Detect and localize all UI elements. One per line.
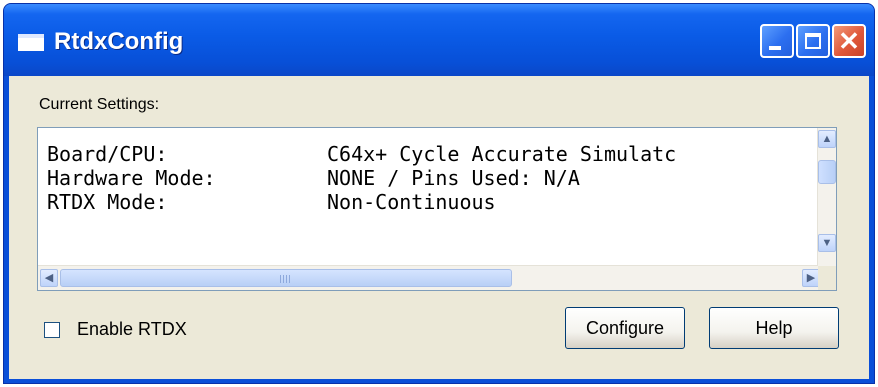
thumb-grip-icon [280,275,292,283]
setting-key: RTDX Mode: [47,190,168,214]
current-settings-label: Current Settings: [39,96,160,113]
setting-value: NONE / Pins Used: N/A [327,166,580,190]
scroll-down-button[interactable]: ▼ [818,234,836,252]
vertical-scroll-thumb[interactable] [818,160,836,184]
setting-value: Non-Continuous [327,190,496,214]
horizontal-scrollbar[interactable]: ◀ ▶ [38,265,820,290]
chevron-down-icon: ▼ [821,237,833,249]
chevron-left-icon: ◀ [44,272,54,284]
rtdx-config-window: RtdxConfig ✕ Current Settings: Board/CPU… [3,3,875,384]
minimize-button[interactable] [760,24,794,58]
scroll-left-button[interactable]: ◀ [40,269,58,287]
enable-rtdx-label[interactable]: Enable RTDX [77,319,187,340]
scroll-up-button[interactable]: ▲ [818,130,836,148]
minimize-icon [769,46,781,50]
maximize-icon [805,33,821,49]
close-icon: ✕ [838,26,860,56]
chevron-right-icon: ▶ [806,272,816,284]
scrollbar-corner [818,266,836,290]
window-icon [18,34,44,51]
setting-key: Board/CPU: [47,142,168,166]
configure-button[interactable]: Configure [565,307,685,349]
title-bar[interactable]: RtdxConfig ✕ [4,4,874,76]
dialog-body: Current Settings: Board/CPU: C64x+ Cycle… [9,76,869,379]
close-button[interactable]: ✕ [832,24,866,58]
window-title: RtdxConfig [54,28,184,55]
setting-key: Hardware Mode: [47,166,216,190]
help-button[interactable]: Help [709,307,839,349]
setting-value: C64x+ Cycle Accurate Simulatc [327,142,677,166]
maximize-button[interactable] [796,24,830,58]
horizontal-scroll-thumb[interactable] [60,269,512,287]
chevron-up-icon: ▲ [821,133,833,145]
enable-rtdx-checkbox[interactable] [44,322,60,338]
current-settings-list[interactable]: Board/CPU: C64x+ Cycle Accurate Simulatc… [37,127,837,291]
